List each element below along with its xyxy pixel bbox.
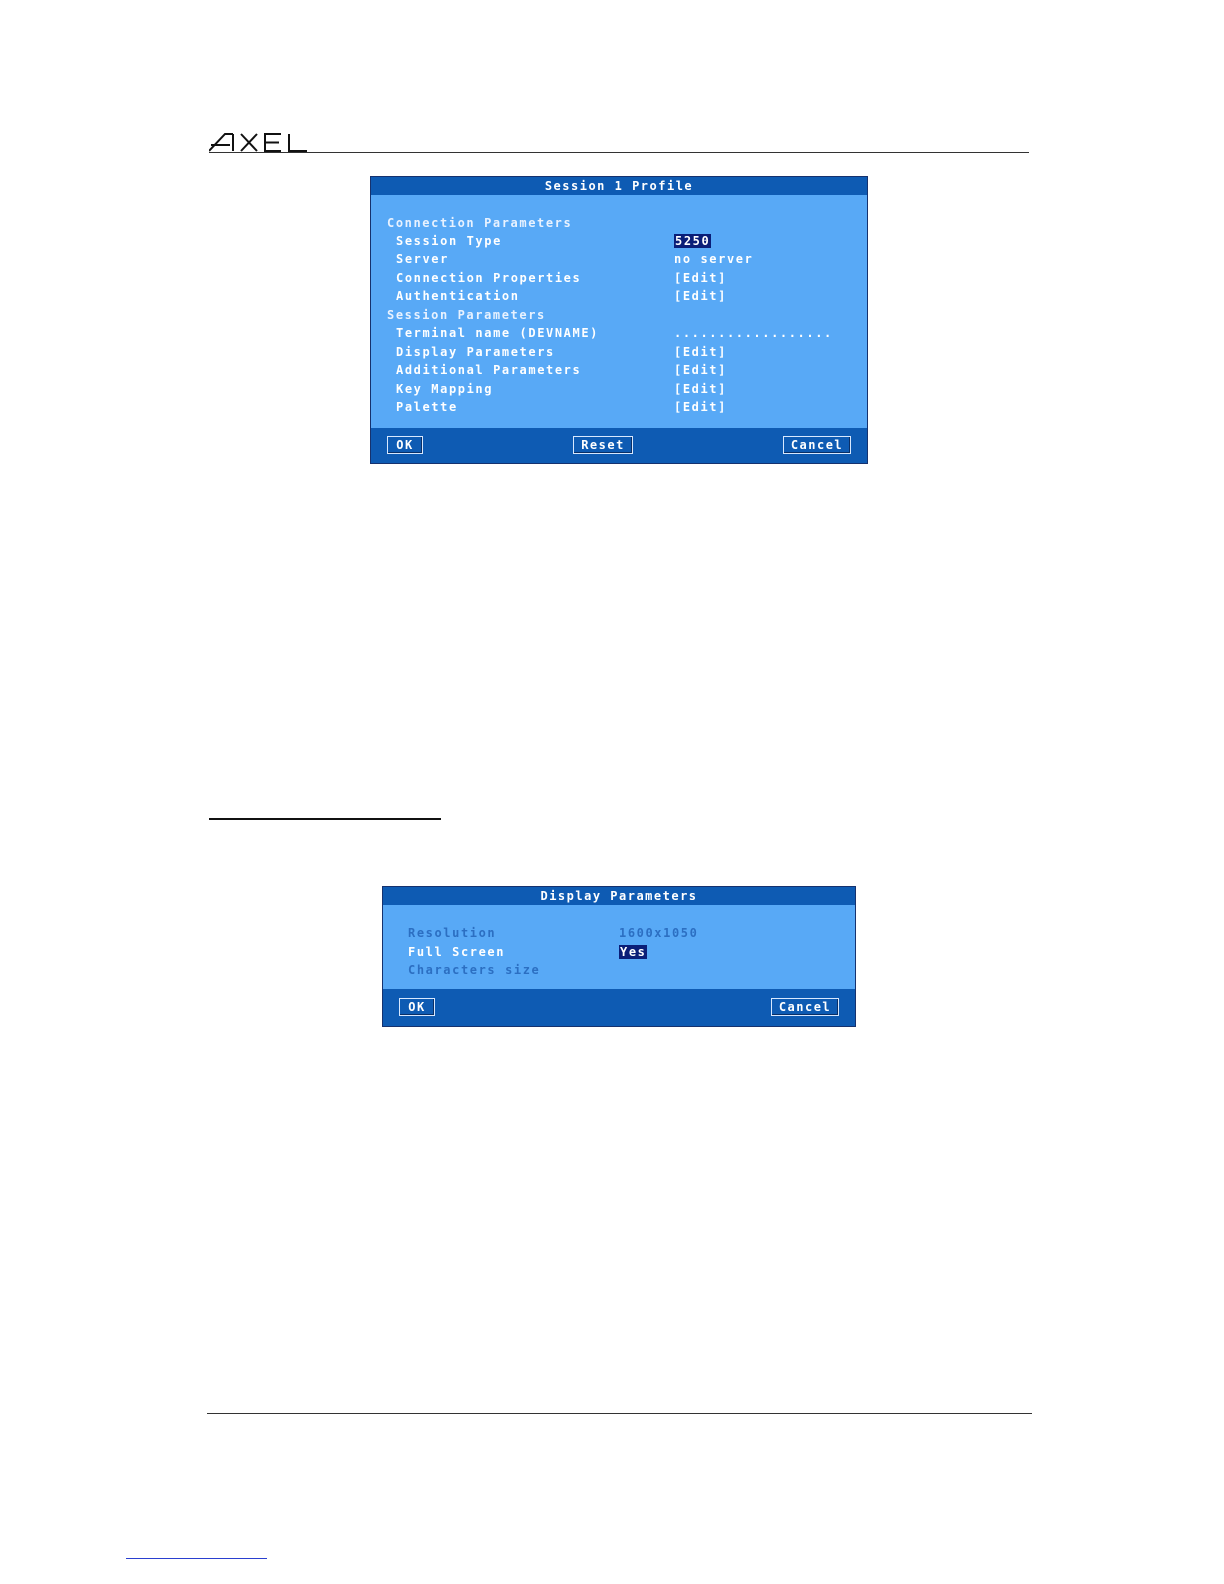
additional-parameters-label: Additional Parameters	[396, 363, 582, 377]
ok-button[interactable]: OK	[387, 436, 423, 454]
connection-properties-label: Connection Properties	[396, 271, 582, 285]
authentication-edit[interactable]: [Edit]	[674, 288, 727, 304]
dialog-button-bar: OK Reset Cancel	[371, 428, 867, 463]
palette-edit[interactable]: [Edit]	[674, 399, 727, 415]
characters-size-label: Characters size	[408, 963, 541, 977]
resolution-label: Resolution	[408, 926, 497, 940]
session-parameters-heading: Session Parameters	[387, 308, 546, 322]
footer-divider	[207, 1413, 1032, 1414]
full-screen-label: Full Screen	[408, 945, 506, 959]
axel-logo	[209, 133, 307, 152]
cancel-button[interactable]: Cancel	[771, 998, 839, 1016]
terminal-name-field[interactable]: ..................	[674, 325, 833, 341]
dialog-title: Session 1 Profile	[371, 177, 867, 195]
display-parameters-edit[interactable]: [Edit]	[674, 344, 727, 360]
full-screen-toggle[interactable]: Yes	[619, 944, 648, 960]
additional-parameters-edit[interactable]: [Edit]	[674, 362, 727, 378]
connection-properties-edit[interactable]: [Edit]	[674, 270, 727, 286]
display-parameters-dialog: Display Parameters Resolution 1600x1050 …	[382, 886, 856, 1027]
server-value[interactable]: no server	[674, 251, 753, 267]
session-type-label: Session Type	[396, 234, 502, 248]
authentication-label: Authentication	[396, 289, 520, 303]
terminal-name-label: Terminal name (DEVNAME)	[396, 326, 599, 340]
session-type-value[interactable]: 5250	[674, 233, 712, 249]
dialog-button-bar: OK Cancel	[383, 989, 855, 1026]
session-profile-dialog: Session 1 Profile Connection Parameters …	[370, 176, 868, 464]
section-heading-underline	[209, 818, 441, 820]
server-label: Server	[396, 252, 449, 266]
palette-label: Palette	[396, 400, 458, 414]
reset-button[interactable]: Reset	[573, 436, 633, 454]
key-mapping-label: Key Mapping	[396, 382, 494, 396]
connection-parameters-heading: Connection Parameters	[387, 216, 573, 230]
dialog-title: Display Parameters	[383, 887, 855, 905]
display-parameters-label: Display Parameters	[396, 345, 555, 359]
resolution-value: 1600x1050	[619, 926, 699, 940]
header-divider	[209, 152, 1029, 153]
cancel-button[interactable]: Cancel	[783, 436, 851, 454]
key-mapping-edit[interactable]: [Edit]	[674, 381, 727, 397]
footnote-link-underline	[126, 1558, 267, 1559]
ok-button[interactable]: OK	[399, 998, 435, 1016]
